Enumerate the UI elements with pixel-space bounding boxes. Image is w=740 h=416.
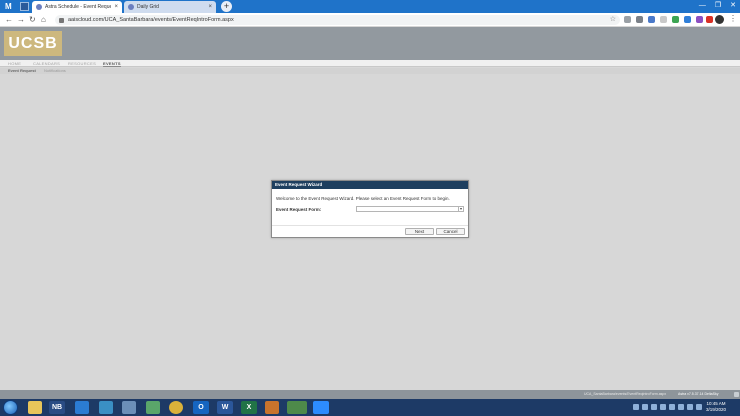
new-tab-button[interactable]: + [221,1,232,12]
zoom-icon[interactable] [313,401,329,414]
word-icon[interactable]: W [217,401,233,414]
tray-icon[interactable] [669,404,675,410]
chrome-icon[interactable] [169,401,183,414]
tray-icon[interactable] [660,404,666,410]
notebook-app-icon[interactable]: NB [49,401,65,414]
tray-icon[interactable] [642,404,648,410]
astra-favicon-icon [36,4,42,10]
page-footer: UCA_SantaBarbara/events/EventReqIntroFor… [0,390,740,399]
taskbar-clock[interactable]: 10:45 AM 3/19/2020 [706,401,726,413]
site-header: UCSB [0,27,740,60]
gmail-icon[interactable]: M [5,2,14,11]
tray-icon[interactable] [678,404,684,410]
excel-icon[interactable]: X [241,401,257,414]
nav-tab-events[interactable]: EVENTS [103,60,121,67]
tray-icon[interactable] [696,404,702,410]
close-window-icon[interactable]: ✕ [730,1,736,11]
extension-icon[interactable] [696,16,703,23]
taskbar-app-icon[interactable] [122,401,136,414]
tray-icon[interactable] [687,404,693,410]
tab-astra-schedule[interactable]: Astra Schedule - Event Request × [32,1,122,13]
tab-title: Daily Grid [137,4,159,10]
chevron-down-icon[interactable]: ▾ [458,207,463,211]
maximize-icon[interactable]: ❐ [715,1,721,11]
clock-date: 3/19/2020 [706,407,727,412]
reload-icon[interactable]: ↻ [29,15,36,24]
extension-icon[interactable] [636,16,643,23]
app-tab-icon[interactable] [20,2,29,11]
outlook-icon[interactable]: O [193,401,209,414]
tab-close-icon[interactable]: × [114,4,118,10]
main-navigation: HOME CALENDARS RESOURCES EVENTS [0,60,740,67]
ucsb-logo[interactable]: UCSB [4,31,62,56]
url-text[interactable]: aaiscloud.com/UCA_SantaBarbara/events/Ev… [68,17,234,23]
event-request-form-label: Event Request Form: [276,206,322,212]
extension-icon[interactable] [660,16,667,23]
window-controls: — ❐ ✕ [699,1,736,11]
tray-icon[interactable] [633,404,639,410]
address-bar[interactable]: aaiscloud.com/UCA_SantaBarbara/events/Ev… [55,15,620,25]
footer-version-link[interactable]: Astra v7.5.37.14 DeltaSky [678,392,718,396]
tray-icon[interactable] [651,404,657,410]
event-request-wizard-dialog: Event Request Wizard Welcome to the Even… [271,180,469,238]
minimize-icon[interactable]: — [699,1,706,11]
browser-toolbar: ← → ↻ ⌂ aaiscloud.com/UCA_SantaBarbara/e… [0,13,740,27]
dialog-body: Welcome to the Event Request Wizard. Ple… [272,196,468,212]
extension-icon[interactable] [684,16,691,23]
profile-avatar[interactable] [715,15,724,24]
browser-menu-icon[interactable]: ⋮ [729,14,737,24]
windows-start-icon[interactable] [3,400,18,415]
file-explorer-icon[interactable] [28,401,42,414]
tab-title: Astra Schedule - Event Request [45,4,112,10]
extension-icon[interactable] [624,16,631,23]
lock-icon [59,17,64,23]
dialog-title: Event Request Wizard [272,181,468,189]
windows-taskbar: NB O W X 10:45 AM 3/19/2020 [0,399,740,416]
taskbar-app-icon[interactable] [146,401,160,414]
event-request-form-select[interactable]: ▾ [356,206,464,212]
home-icon[interactable]: ⌂ [41,15,46,24]
welcome-message: Welcome to the Event Request Wizard. Ple… [276,196,450,201]
nav-tab-resources[interactable]: RESOURCES [68,60,96,67]
system-tray [633,404,702,410]
back-arrow-icon[interactable]: ← [5,15,13,24]
taskbar-app-icon[interactable] [287,401,307,414]
form-select-row: Event Request Form: ▾ [276,206,464,212]
extension-icon[interactable] [706,16,713,23]
tab-daily-grid[interactable]: Daily Grid × [124,1,216,13]
nav-tab-home[interactable]: HOME [8,60,21,67]
nav-tab-calendars[interactable]: CALENDARS [33,60,60,67]
bookmark-star-icon[interactable]: ☆ [610,15,616,25]
internet-explorer-icon[interactable] [75,401,89,414]
next-button[interactable]: Next [405,228,434,235]
browser-tab-strip: M Astra Schedule - Event Request × Daily… [0,0,740,13]
extension-icon[interactable] [648,16,655,23]
footer-path: UCA_SantaBarbara/events/EventReqIntroFor… [584,392,667,396]
cancel-button[interactable]: Cancel [436,228,465,235]
footer-info-icon[interactable] [734,392,739,397]
forward-arrow-icon[interactable]: → [17,15,25,24]
astra-favicon-icon [128,4,134,10]
dialog-divider [272,225,468,226]
tab-close-icon[interactable]: × [208,4,212,10]
taskbar-app-icon[interactable] [265,401,279,414]
taskbar-app-icon[interactable] [99,401,113,414]
extension-icon[interactable] [672,16,679,23]
